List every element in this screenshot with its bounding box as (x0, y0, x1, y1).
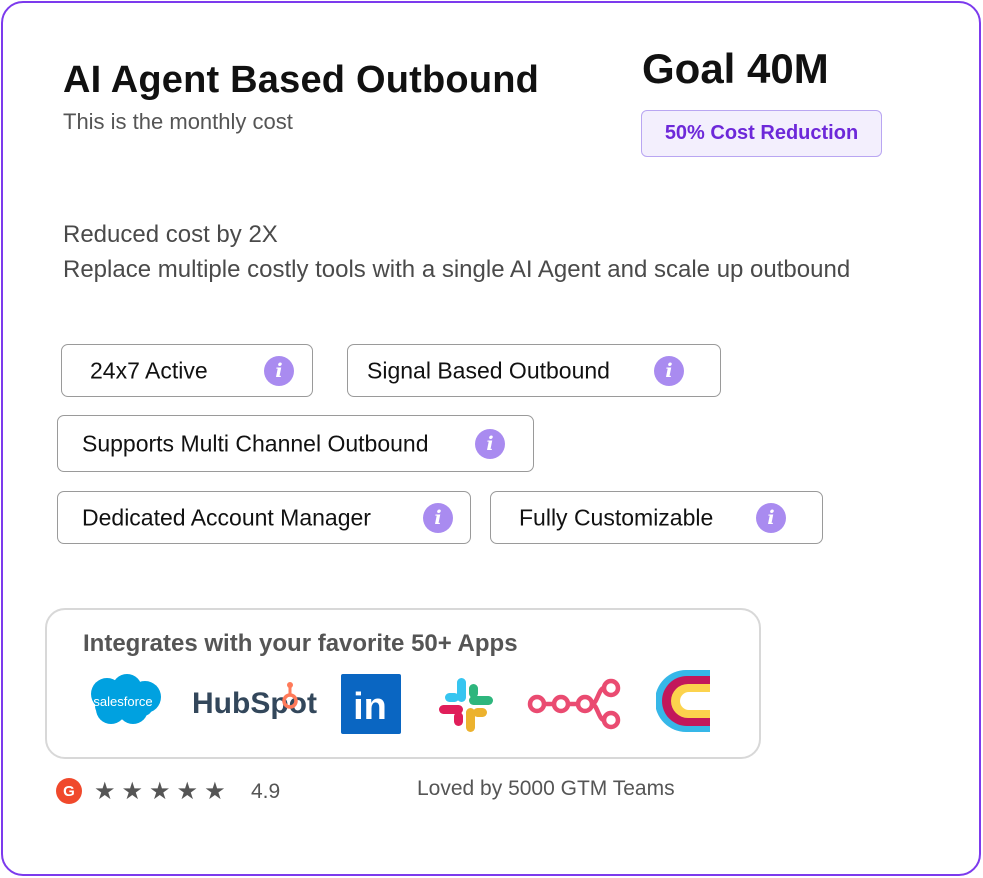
feature-label: 24x7 Active (90, 357, 208, 383)
hubspot-logo-text: HubSpot (192, 687, 317, 720)
integrations-panel: Integrates with your favorite 50+ Apps s… (45, 608, 761, 759)
cost-reduction-badge: 50% Cost Reduction (641, 110, 882, 157)
info-icon[interactable]: i (756, 502, 786, 533)
feature-chip-signal-based-outbound: Signal Based Outbound i (347, 344, 721, 397)
hubspot-logo: HubSpot (190, 678, 318, 724)
salesforce-logo: salesforce (81, 670, 165, 730)
info-icon[interactable]: i (423, 502, 453, 533)
n8n-logo (525, 674, 627, 734)
clay-logo (656, 668, 710, 734)
feature-chip-multi-channel-outbound: Supports Multi Channel Outbound i (57, 415, 534, 472)
info-icon[interactable]: i (654, 355, 684, 386)
rating-score: 4.9 (251, 780, 281, 803)
pricing-card: AI Agent Based Outbound This is the mont… (1, 1, 981, 876)
feature-chip-dedicated-account-manager: Dedicated Account Manager i (57, 491, 471, 544)
feature-label: Supports Multi Channel Outbound (82, 430, 429, 456)
linkedin-logo-text: in (353, 686, 387, 728)
integrations-title: Integrates with your favorite 50+ Apps (83, 630, 518, 657)
card-subtitle: This is the monthly cost (63, 109, 293, 134)
feature-chip-fully-customizable: Fully Customizable i (490, 491, 823, 544)
g2-icon: G (56, 778, 82, 804)
slack-logo (435, 674, 497, 736)
card-title: AI Agent Based Outbound (63, 59, 540, 101)
feature-chip-24x7-active: 24x7 Active i (61, 344, 313, 397)
goal-heading: Goal 40M (642, 45, 829, 92)
linkedin-logo: in (341, 674, 401, 734)
feature-label: Signal Based Outbound (367, 357, 610, 383)
feature-label: Dedicated Account Manager (82, 504, 371, 530)
social-proof-text: Loved by 5000 GTM Teams (417, 777, 675, 800)
rating-row: G ★★★★★ 4.9 (56, 777, 356, 806)
info-icon[interactable]: i (475, 428, 505, 459)
info-icon[interactable]: i (264, 355, 294, 386)
salesforce-logo-text: salesforce (93, 694, 152, 709)
star-rating: ★★★★★ (94, 777, 232, 805)
description-line-2: Replace multiple costly tools with a sin… (63, 256, 851, 283)
description-line-1: Reduced cost by 2X (63, 221, 278, 248)
feature-label: Fully Customizable (519, 504, 714, 530)
